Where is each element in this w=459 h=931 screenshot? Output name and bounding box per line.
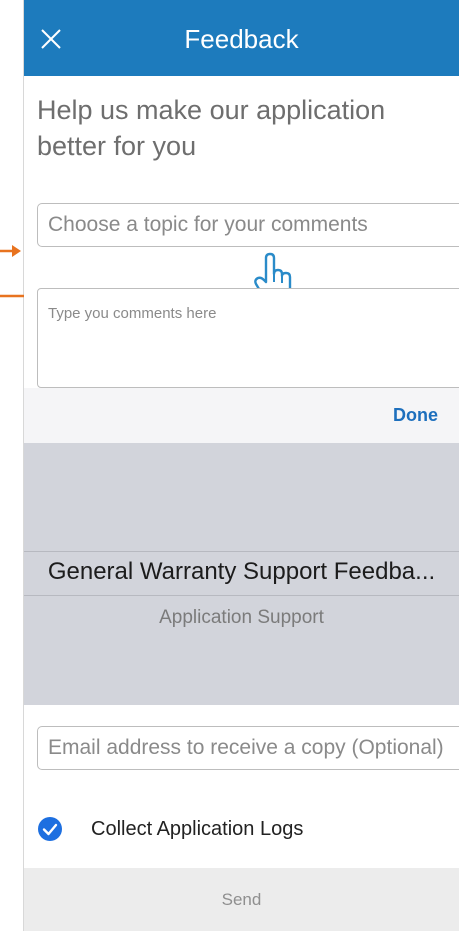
- picker-option-selected[interactable]: General Warranty Support Feedba...: [24, 558, 459, 586]
- collect-logs-toggle[interactable]: Collect Application Logs: [37, 812, 303, 846]
- collect-logs-label: Collect Application Logs: [91, 817, 304, 840]
- page-title: Feedback: [184, 24, 299, 54]
- picker-divider: [24, 595, 459, 596]
- picker-toolbar: Done: [24, 388, 459, 443]
- left-gutter: [0, 0, 24, 931]
- comments-textarea[interactable]: [37, 288, 459, 388]
- done-button[interactable]: Done: [393, 405, 438, 426]
- feedback-screen: Feedback Help us make our application be…: [24, 0, 459, 931]
- send-button[interactable]: Send: [24, 868, 459, 931]
- checkmark-circle-icon[interactable]: [37, 816, 63, 842]
- arrow-icon: [0, 245, 21, 257]
- picker-option[interactable]: Application Support: [24, 607, 459, 629]
- intro-text: Help us make our application better for …: [37, 95, 386, 161]
- topic-picker[interactable]: General Warranty Support Feedba... Appli…: [24, 443, 459, 705]
- picker-divider: [24, 551, 459, 552]
- annotation-line-icon: [0, 294, 24, 298]
- topic-input[interactable]: [37, 203, 459, 247]
- header-bar: Feedback: [24, 0, 459, 76]
- email-input[interactable]: [37, 726, 459, 770]
